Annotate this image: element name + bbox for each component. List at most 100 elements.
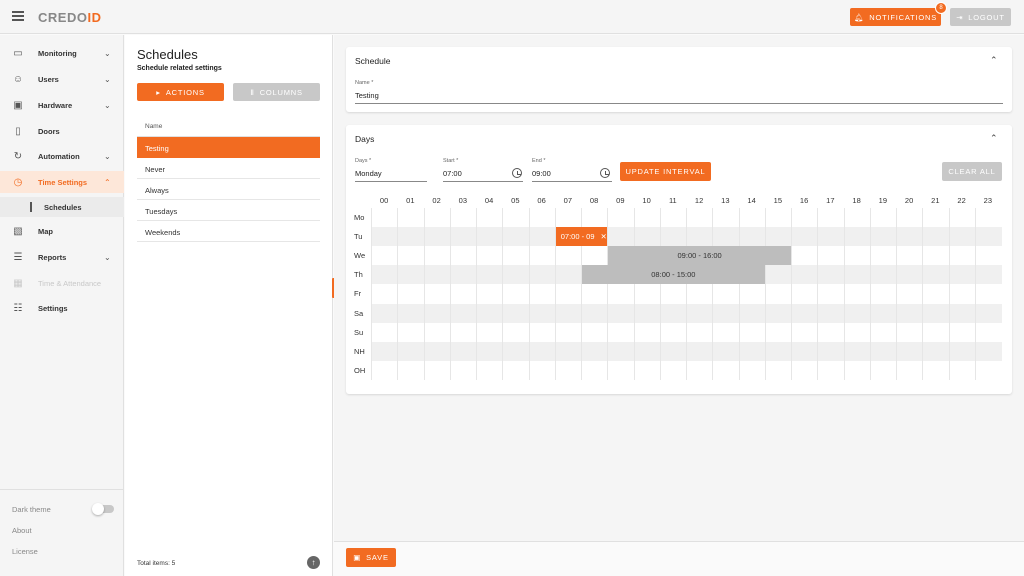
columns-button[interactable]: Ⅱ COLUMNS <box>233 83 320 101</box>
days-field-label: Days * <box>355 158 372 164</box>
hour-label: 02 <box>432 196 441 205</box>
day-label: NH <box>354 346 365 356</box>
logo: CREDOID <box>38 10 102 25</box>
map-icon: ▧ <box>13 225 23 237</box>
name-field[interactable]: Testing <box>355 91 1003 104</box>
columns-icon: Ⅱ <box>250 87 255 97</box>
grid-line <box>502 208 504 380</box>
sidebar-item-hardware[interactable]: ▣ Hardware ⌄ <box>0 94 124 116</box>
schedule-grid: Mo Tu We Th Fr Sa Su NH OH 00 01 02 03 04 05 06 07 08 09 10… <box>346 190 1012 382</box>
chevron-up-icon[interactable]: ⌃ <box>990 133 998 144</box>
day-label: Mo <box>354 213 365 222</box>
dark-theme-label: Dark theme <box>12 505 51 514</box>
save-button[interactable]: ▣ SAVE <box>346 548 396 567</box>
hour-label: 10 <box>642 196 651 205</box>
list-item[interactable]: Testing <box>137 137 320 158</box>
time-interval[interactable]: 08:00 - 15:00 <box>582 265 765 285</box>
grid-line <box>476 208 477 380</box>
name-field-label: Name * <box>355 80 374 86</box>
list-item[interactable]: Never <box>137 158 320 179</box>
logout-button[interactable]: ⇥ LOGOUT <box>950 8 1011 26</box>
day-label: Sa <box>354 308 364 318</box>
sidebar-item-users[interactable]: ☺ Users ⌄ <box>0 68 124 90</box>
bell-icon: 🔔︎ <box>853 12 865 22</box>
chip-icon: ▣ <box>13 99 23 111</box>
hour-label: 12 <box>694 196 704 205</box>
door-icon: ▯ <box>15 125 21 137</box>
sidebar-item-schedules[interactable]: Schedules <box>0 197 124 217</box>
chevron-down-icon: ⌄ <box>104 74 111 84</box>
clock-icon[interactable] <box>600 168 610 178</box>
save-icon: ▣ <box>353 553 362 562</box>
actions-button[interactable]: ▸ ACTIONS <box>137 83 224 101</box>
time-interval[interactable]: 09:00 - 16:00 <box>608 246 791 266</box>
dark-theme-toggle[interactable] <box>92 503 114 515</box>
hour-label: 19 <box>878 196 888 205</box>
grid-line <box>843 208 845 380</box>
list-header: Name <box>137 117 320 137</box>
sidebar-item-map[interactable]: ▧ Map <box>0 220 124 242</box>
clear-all-button[interactable]: CLEAR ALL <box>942 162 1002 181</box>
sync-icon: ↻ <box>13 150 23 162</box>
sidebar-item-settings[interactable]: ☷ Settings <box>0 297 124 319</box>
sidebar-item-time-settings[interactable]: ◷ Time Settings ⌃ <box>0 171 124 193</box>
hour-label: 11 <box>668 196 677 205</box>
about-link[interactable]: About <box>12 526 136 535</box>
sliders-icon: ☷ <box>13 302 23 314</box>
hour-label: 21 <box>931 196 940 205</box>
clock-icon[interactable] <box>512 168 522 178</box>
sidebar-item-automation[interactable]: ↻ Automation ⌄ <box>0 145 124 167</box>
day-label: OH <box>354 365 366 375</box>
chevron-up-icon[interactable]: ⌃ <box>990 55 998 66</box>
close-icon[interactable]: ✕ <box>601 232 607 241</box>
page-title: Schedules <box>137 47 198 62</box>
sidebar-divider <box>0 489 124 490</box>
license-link[interactable]: License <box>12 547 136 556</box>
grid-line <box>607 208 609 380</box>
monitor-icon: ▭ <box>13 47 23 59</box>
grid-line <box>659 208 661 380</box>
time-interval[interactable]: 07:00 - 09 ✕ <box>555 227 608 247</box>
chevron-down-icon: ⌄ <box>104 48 111 58</box>
day-label: We <box>354 251 366 261</box>
day-label: Th <box>354 270 363 280</box>
hour-label: 13 <box>721 196 730 205</box>
hour-label: 08 <box>589 196 599 205</box>
grid-line <box>896 208 897 380</box>
active-indicator <box>30 202 32 212</box>
list-item[interactable]: Always <box>137 179 320 200</box>
hour-label: 17 <box>826 196 835 205</box>
update-interval-button[interactable]: UPDATE INTERVAL <box>620 162 711 181</box>
play-icon: ▸ <box>156 87 161 97</box>
hour-label: 18 <box>852 196 861 205</box>
clock-icon: ◷ <box>13 176 23 188</box>
interval-label: 09:00 - 16:00 <box>677 251 722 261</box>
notifications-button[interactable]: 🔔︎ NOTIFICATIONS <box>850 8 941 26</box>
schedules-list-panel: Schedules Schedule related settings ▸ AC… <box>125 35 333 576</box>
menu-icon[interactable] <box>12 11 24 21</box>
sidebar-item-doors[interactable]: ▯ Doors <box>0 120 124 142</box>
start-time-field[interactable]: 07:00 <box>443 169 523 182</box>
scroll-top-button[interactable]: ↑ <box>307 556 320 569</box>
grid-line <box>712 208 714 380</box>
day-label: Fr <box>354 289 362 299</box>
list-item[interactable]: Weekends <box>137 221 320 242</box>
page-subtitle: Schedule related settings <box>137 65 222 72</box>
grid-line <box>528 208 530 380</box>
report-icon: ☰ <box>13 251 23 263</box>
grid-line <box>449 208 451 380</box>
sidebar-item-reports[interactable]: ☰ Reports ⌄ <box>0 246 124 268</box>
list-item[interactable]: Tuesdays <box>137 200 320 221</box>
hour-label: 05 <box>511 196 520 205</box>
user-icon: ☺ <box>12 73 24 85</box>
grid-line <box>922 208 924 380</box>
interval-label: 07:00 - 09 <box>560 232 595 242</box>
sidebar-item-monitoring[interactable]: ▭ Monitoring ⌄ <box>0 42 124 64</box>
day-label: Tu <box>354 232 363 242</box>
logout-icon: ⇥ <box>956 12 964 22</box>
footer-bar <box>334 541 1024 576</box>
days-select[interactable]: Monday <box>355 169 427 182</box>
notifications-badge: 8 <box>935 2 947 14</box>
days-card-title: Days <box>355 134 375 144</box>
end-field-label: End * <box>532 158 546 164</box>
